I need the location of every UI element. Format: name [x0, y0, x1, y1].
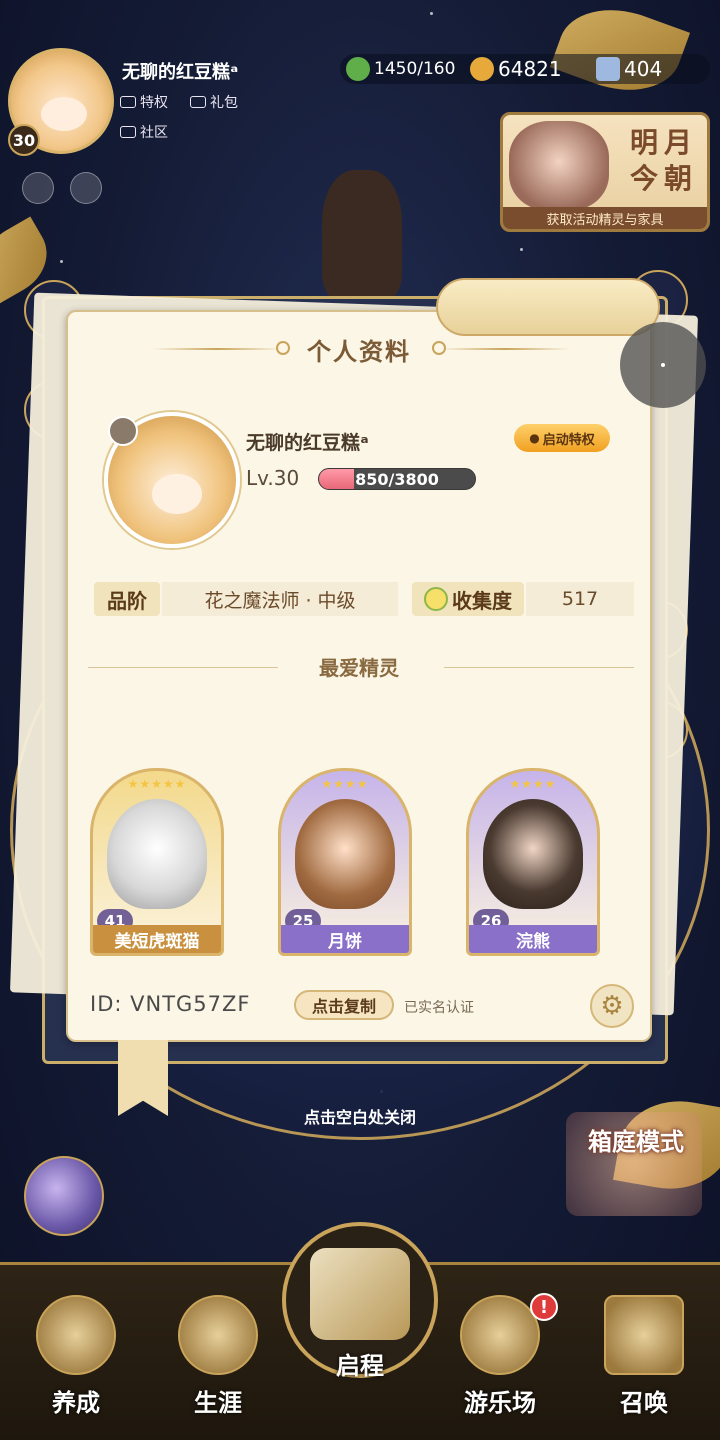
book-icon — [310, 1248, 410, 1340]
nav-label: 生涯 — [194, 1389, 242, 1417]
rarity-stars: ★★★★ — [509, 777, 557, 791]
rarity-stars: ★★★★★ — [127, 777, 187, 791]
coin-resource[interactable]: 64821 — [470, 56, 562, 82]
collection-value: 517 — [526, 582, 634, 616]
favorite-spirit-card[interactable]: ★★★★ 25 月饼 — [278, 768, 412, 956]
crystal-ball-button[interactable] — [24, 1156, 104, 1236]
profile-level: Lv.30 — [246, 466, 300, 490]
garden-mode-button[interactable]: 箱庭模式 — [566, 1112, 702, 1216]
stamina-value: 1450/160 — [374, 59, 456, 79]
experience-text: 850/3800 — [355, 469, 439, 489]
spirit-portrait — [483, 799, 583, 909]
favorite-spirit-card[interactable]: ★★★★ 26 浣熊 — [466, 768, 600, 956]
flower-icon — [424, 587, 448, 611]
gem-icon — [596, 57, 620, 81]
event-subtitle: 获取活动精灵与家具 — [503, 207, 707, 229]
star-icon — [460, 1295, 540, 1375]
mask-icon — [120, 126, 136, 138]
nav-item-cultivate[interactable]: 养成 — [16, 1285, 136, 1435]
player-level-badge: 30 — [8, 124, 40, 156]
nav-item-career[interactable]: 生涯 — [158, 1285, 278, 1435]
crown-icon — [178, 1295, 258, 1375]
privilege-button-label: 启动特权 — [542, 432, 595, 448]
activate-privilege-button[interactable]: ● 启动特权 — [514, 424, 610, 452]
player-name: 无聊的红豆糕ᵃ — [122, 62, 239, 83]
spirit-name: 月饼 — [281, 925, 409, 953]
verified-status: 已实名认证 — [404, 1000, 474, 1016]
event-character — [509, 121, 609, 211]
mail-button[interactable] — [22, 172, 54, 204]
garden-mode-label: 箱庭模式 — [588, 1128, 684, 1156]
floating-assist-button[interactable] — [620, 322, 706, 408]
nav-label: 召唤 — [620, 1389, 668, 1417]
community-link[interactable]: 社区 — [120, 122, 168, 142]
copy-id-button[interactable]: 点击复制 — [294, 990, 394, 1020]
rank-value: 花之魔法师 · 中级 — [162, 582, 398, 616]
nav-label: 游乐场 — [464, 1389, 536, 1417]
nav-item-journey[interactable]: 启程 — [282, 1222, 438, 1380]
spirit-name: 浣熊 — [469, 925, 597, 953]
nav-label: 启程 — [336, 1352, 384, 1380]
avatar-face — [41, 97, 87, 131]
profile-card: 个人资料 无聊的红豆糕ᵃ ● 启动特权 Lv.30 850/3800 品阶 花之… — [66, 310, 652, 1042]
settings-button[interactable]: ⚙ — [590, 984, 634, 1028]
crown-icon — [120, 96, 136, 108]
clover-icon — [346, 57, 370, 81]
card-top-ornament — [436, 278, 660, 336]
nav-item-summon[interactable]: 召唤 — [584, 1285, 704, 1435]
notification-badge: ! — [530, 1293, 558, 1321]
mask-button[interactable] — [70, 172, 102, 204]
section-divider — [444, 667, 634, 668]
rank-label: 品阶 — [94, 582, 160, 616]
wechat-icon: ● — [529, 431, 540, 445]
nav-label: 养成 — [52, 1389, 100, 1417]
character-icon — [36, 1295, 116, 1375]
event-title: 明月今朝 — [629, 126, 698, 195]
privilege-link[interactable]: 特权 — [120, 92, 168, 112]
spirit-portrait — [295, 799, 395, 909]
spirit-name: 美短虎斑猫 — [93, 925, 221, 953]
coin-value: 64821 — [498, 57, 562, 81]
rarity-stars: ★★★★ — [321, 777, 369, 791]
gift-link[interactable]: 礼包 — [190, 92, 238, 112]
privilege-label: 特权 — [140, 95, 168, 111]
collection-label: 收集度 — [452, 588, 512, 613]
gift-label: 礼包 — [210, 95, 238, 111]
favorite-spirit-card[interactable]: ★★★★★ 41 美短虎斑猫 — [90, 768, 224, 956]
card-icon — [604, 1295, 684, 1375]
title-ornament-right — [440, 348, 570, 350]
wechat-icon — [190, 96, 206, 108]
collection-label-box: 收集度 — [412, 582, 524, 616]
gem-resource[interactable]: 404 — [596, 56, 662, 82]
experience-bar: 850/3800 — [318, 468, 476, 490]
assist-dot — [661, 363, 665, 367]
gear-icon: ⚙ — [600, 991, 624, 1021]
stamina-resource[interactable]: 1450/160 — [346, 56, 455, 82]
avatar-frame-icon — [108, 416, 138, 446]
spirit-portrait — [107, 799, 207, 909]
player-id: ID: VNTG57ZF — [90, 992, 251, 1016]
coin-icon — [470, 57, 494, 81]
nav-item-playground[interactable]: ! 游乐场 — [440, 1285, 560, 1435]
community-label: 社区 — [140, 125, 168, 141]
event-banner[interactable]: 明月今朝 获取活动精灵与家具 — [500, 112, 710, 232]
profile-name: 无聊的红豆糕ᵃ — [246, 432, 369, 454]
background-cat — [322, 170, 402, 300]
avatar-face — [152, 474, 202, 514]
gem-value: 404 — [624, 57, 663, 81]
